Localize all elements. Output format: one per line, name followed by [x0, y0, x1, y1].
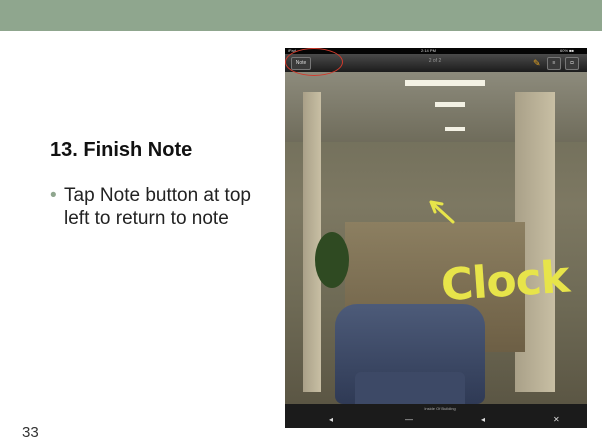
- slide-title: 13. Finish Note: [50, 139, 193, 161]
- slide-bullet: • Tap Note button at top left to return …: [50, 184, 270, 230]
- list-icon[interactable]: ≡: [547, 57, 561, 70]
- camera-icon[interactable]: ◘: [565, 57, 579, 70]
- status-time: 2:14 PM: [421, 48, 436, 53]
- next-icon[interactable]: ◂: [481, 416, 485, 424]
- photo-caption: Inside Of Building: [424, 406, 456, 411]
- nav-title: 2 of 2: [428, 58, 442, 64]
- status-battery: 60% ■■: [560, 48, 574, 53]
- hallway-photo: Clock: [285, 72, 587, 412]
- ipad-screenshot: iPad 2:14 PM 60% ■■ Note 2 of 2 ✎ ≡ ◘ Cl…: [285, 48, 587, 428]
- bottom-toolbar: Inside Of Building ◂ — ◂ ✕: [285, 404, 587, 428]
- arrow-annotation: [429, 200, 455, 224]
- slide-number: 33: [22, 424, 39, 441]
- pencil-icon[interactable]: ✎: [533, 58, 543, 68]
- highlight-circle: [285, 48, 343, 76]
- scroll-indicator: —: [405, 415, 413, 424]
- prev-icon[interactable]: ◂: [329, 416, 333, 424]
- slide-header-bar: [0, 0, 602, 31]
- close-icon[interactable]: ✕: [553, 416, 560, 424]
- handwritten-annotation: Clock: [439, 251, 571, 312]
- bullet-text: Tap Note button at top left to return to…: [64, 185, 251, 229]
- bullet-dot-icon: •: [50, 185, 57, 206]
